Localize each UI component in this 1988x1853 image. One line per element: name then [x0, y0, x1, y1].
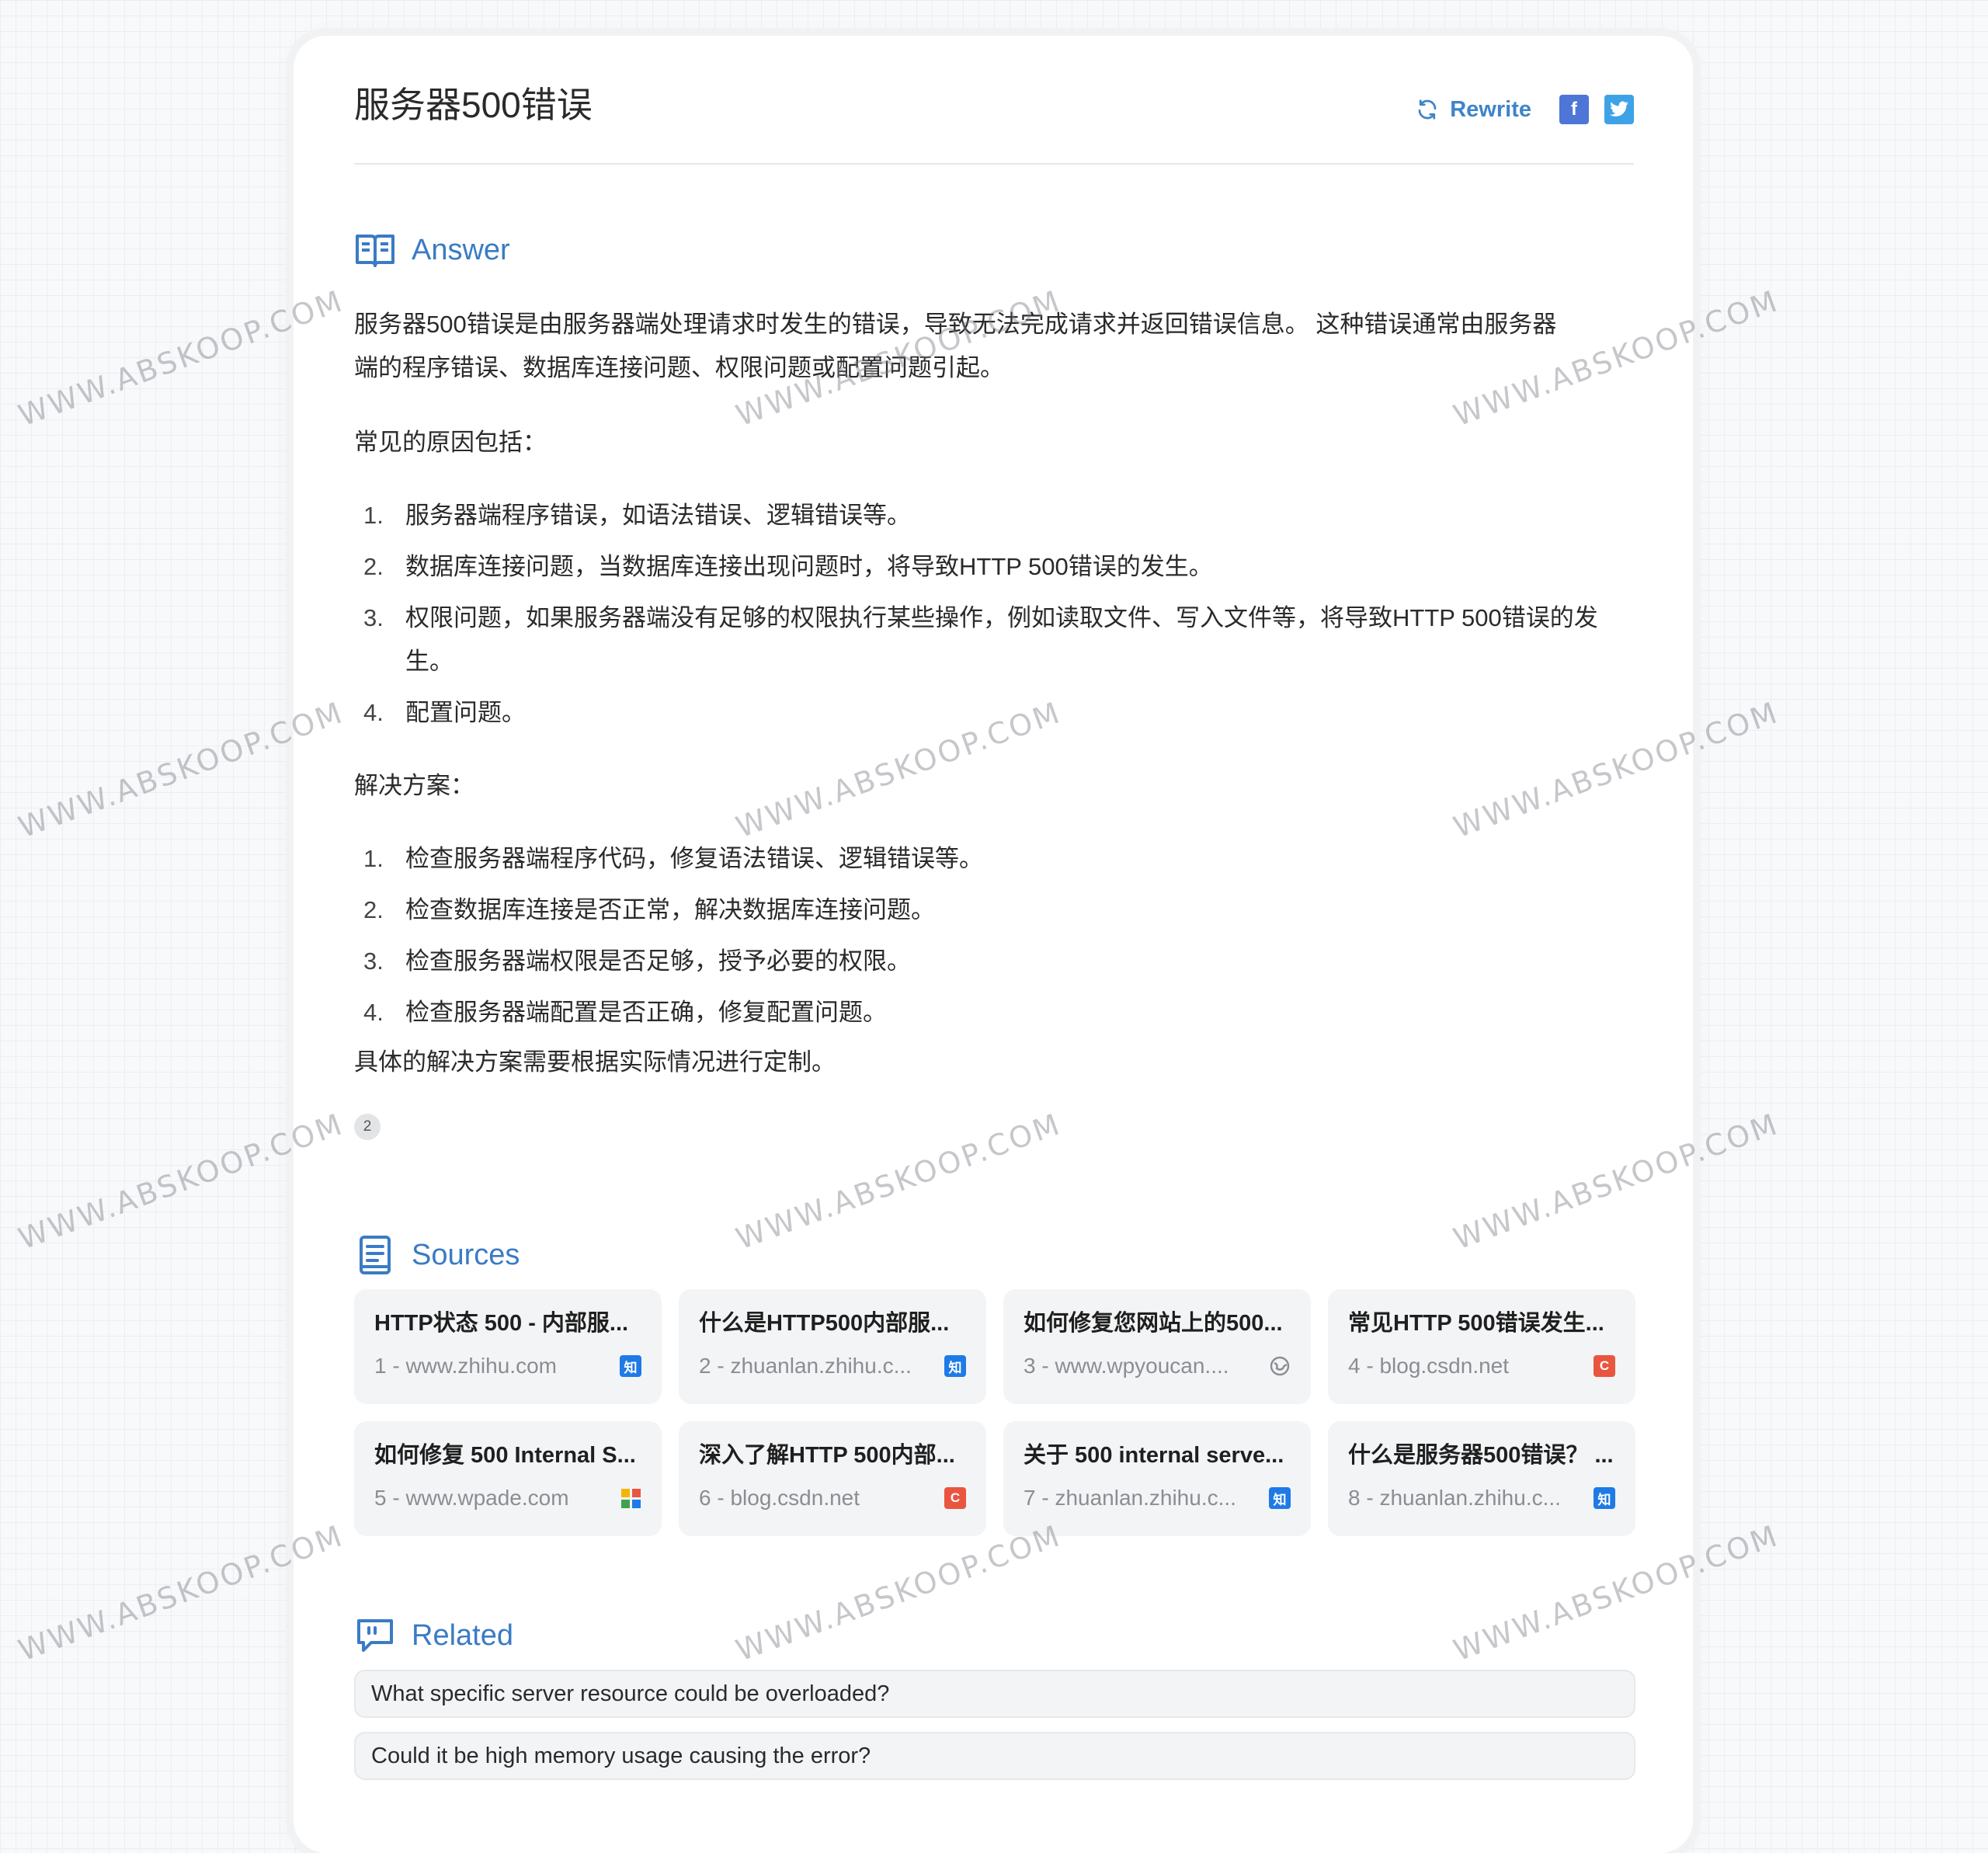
source-card[interactable]: 如何修复 500 Internal S... 5 - www.wpade.com	[354, 1421, 662, 1536]
csdn-icon: C	[944, 1487, 966, 1509]
header-actions: Rewrite f	[1416, 93, 1634, 126]
source-card[interactable]: 常见HTTP 500错误发生... 4 - blog.csdn.net C	[1328, 1289, 1635, 1404]
list-number: 3.	[363, 604, 384, 631]
page-title: 服务器500错误	[354, 85, 593, 125]
source-meta: 7 - zhuanlan.zhihu.c... 知	[1024, 1485, 1291, 1511]
source-meta: 3 - www.wpyoucan....	[1024, 1353, 1291, 1379]
causes-label: 常见的原因包括：	[354, 429, 547, 456]
zhihu-icon: 知	[620, 1355, 641, 1377]
list-item: 4. 配置问题。	[354, 691, 1635, 735]
source-meta: 2 - zhuanlan.zhihu.c... 知	[699, 1353, 966, 1379]
list-number: 3.	[363, 947, 384, 975]
related-question[interactable]: Could it be high memory usage causing th…	[354, 1732, 1635, 1780]
source-domain: 4 - blog.csdn.net	[1348, 1354, 1510, 1378]
source-domain: 3 - www.wpyoucan....	[1024, 1354, 1229, 1378]
list-number: 1.	[363, 502, 384, 529]
list-item: 2. 数据库连接问题，当数据库连接出现问题时，将导致HTTP 500错误的发生。	[354, 545, 1635, 589]
list-text: 检查服务器端配置是否正确，修复配置问题。	[405, 999, 887, 1026]
source-title: 什么是服务器500错误？ ...	[1348, 1443, 1614, 1468]
answer-heading: Answer	[412, 233, 510, 266]
sources-heading: Sources	[412, 1238, 520, 1271]
answer-section-header: Answer	[354, 230, 510, 270]
list-text: 权限问题，如果服务器端没有足够的权限执行某些操作，例如读取文件、写入文件等，将导…	[405, 604, 1598, 675]
solutions-label: 解决方案：	[354, 772, 474, 799]
source-meta: 5 - www.wpade.com	[374, 1485, 641, 1511]
list-text: 检查数据库连接是否正常，解决数据库连接问题。	[405, 896, 935, 923]
twitter-icon	[1610, 101, 1628, 116]
solutions-list: 1. 检查服务器端程序代码，修复语法错误、逻辑错误等。 2. 检查数据库连接是否正常…	[354, 837, 1635, 1042]
twitter-share-button[interactable]	[1604, 95, 1634, 124]
list-item: 1. 服务器端程序错误，如语法错误、逻辑错误等。	[354, 494, 1635, 537]
rewrite-button[interactable]: Rewrite	[1416, 97, 1531, 123]
source-title: HTTP状态 500 - 内部服...	[374, 1311, 629, 1336]
source-card[interactable]: 什么是服务器500错误？ ... 8 - zhuanlan.zhihu.c...…	[1328, 1421, 1635, 1536]
citation-badge[interactable]: 2	[354, 1114, 381, 1140]
list-text: 配置问题。	[405, 699, 526, 726]
source-title: 常见HTTP 500错误发生...	[1348, 1311, 1604, 1336]
header-divider	[354, 163, 1634, 165]
list-text: 数据库连接问题，当数据库连接出现问题时，将导致HTTP 500错误的发生。	[405, 553, 1213, 580]
grid-logo-icon	[620, 1488, 641, 1508]
answer-conclusion: 具体的解决方案需要根据实际情况进行定制。	[354, 1048, 836, 1076]
refresh-icon	[1418, 99, 1437, 120]
source-card[interactable]: 深入了解HTTP 500内部... 6 - blog.csdn.net C	[679, 1421, 986, 1536]
source-domain: 1 - www.zhihu.com	[374, 1354, 557, 1378]
source-title: 什么是HTTP500内部服...	[699, 1311, 950, 1336]
list-item: 4. 检查服务器端配置是否正确，修复配置问题。	[354, 991, 1635, 1034]
source-domain: 6 - blog.csdn.net	[699, 1486, 860, 1510]
source-title: 如何修复 500 Internal S...	[374, 1443, 636, 1468]
source-domain: 8 - zhuanlan.zhihu.c...	[1348, 1486, 1561, 1510]
list-number: 1.	[363, 845, 384, 872]
sources-grid: HTTP状态 500 - 内部服... 1 - www.zhihu.com 知 …	[354, 1289, 1635, 1536]
answer-card: 服务器500错误 Rewrite f Answer 服务器500错误是由服务器端…	[294, 36, 1693, 1853]
list-item: 3. 检查服务器端权限是否足够，授予必要的权限。	[354, 940, 1635, 983]
zhihu-icon: 知	[944, 1355, 966, 1377]
list-number: 4.	[363, 999, 384, 1026]
facebook-icon: f	[1571, 99, 1577, 120]
answer-intro-line2: 端的程序错误、数据库连接问题、权限问题或配置问题引起。	[354, 354, 1004, 381]
list-item: 3. 权限问题，如果服务器端没有足够的权限执行某些操作，例如读取文件、写入文件等，…	[354, 596, 1635, 683]
source-domain: 5 - www.wpade.com	[374, 1486, 569, 1510]
answer-intro-line1: 服务器500错误是由服务器端处理请求时发生的错误，导致无法完成请求并返回错误信息…	[354, 311, 1557, 338]
source-meta: 8 - zhuanlan.zhihu.c... 知	[1348, 1485, 1615, 1511]
list-number: 2.	[363, 896, 384, 923]
source-title: 关于 500 internal serve...	[1024, 1443, 1284, 1468]
sources-section-header: Sources	[354, 1235, 520, 1275]
source-meta: 4 - blog.csdn.net C	[1348, 1353, 1615, 1379]
facebook-share-button[interactable]: f	[1559, 95, 1589, 124]
answer-intro: 服务器500错误是由服务器端处理请求时发生的错误，导致无法完成请求并返回错误信息…	[354, 303, 1635, 390]
list-number: 2.	[363, 553, 384, 580]
list-text: 检查服务器端权限是否足够，授予必要的权限。	[405, 947, 911, 975]
open-book-icon	[356, 235, 394, 267]
document-icon	[360, 1236, 391, 1274]
source-title: 深入了解HTTP 500内部...	[699, 1443, 955, 1468]
related-heading: Related	[412, 1618, 513, 1652]
source-card[interactable]: 如何修复您网站上的500... 3 - www.wpyoucan....	[1003, 1289, 1311, 1404]
globe-icon	[1269, 1355, 1291, 1377]
source-meta: 6 - blog.csdn.net C	[699, 1485, 966, 1511]
source-domain: 2 - zhuanlan.zhihu.c...	[699, 1354, 912, 1378]
related-question[interactable]: What specific server resource could be o…	[354, 1670, 1635, 1718]
list-item: 1. 检查服务器端程序代码，修复语法错误、逻辑错误等。	[354, 837, 1635, 881]
list-text: 服务器端程序错误，如语法错误、逻辑错误等。	[405, 502, 911, 529]
list-text: 检查服务器端程序代码，修复语法错误、逻辑错误等。	[405, 845, 983, 872]
zhihu-icon: 知	[1269, 1487, 1291, 1509]
source-meta: 1 - www.zhihu.com 知	[374, 1353, 641, 1379]
source-domain: 7 - zhuanlan.zhihu.c...	[1024, 1486, 1236, 1510]
csdn-icon: C	[1594, 1355, 1615, 1377]
source-card[interactable]: 关于 500 internal serve... 7 - zhuanlan.zh…	[1003, 1421, 1311, 1536]
related-section-header: Related	[354, 1615, 513, 1656]
source-card[interactable]: HTTP状态 500 - 内部服... 1 - www.zhihu.com 知	[354, 1289, 662, 1404]
zhihu-icon: 知	[1594, 1487, 1615, 1509]
causes-list: 1. 服务器端程序错误，如语法错误、逻辑错误等。 2. 数据库连接问题，当数据库连接…	[354, 494, 1635, 742]
list-number: 4.	[363, 699, 384, 726]
source-card[interactable]: 什么是HTTP500内部服... 2 - zhuanlan.zhihu.c...…	[679, 1289, 986, 1404]
chat-bubble-icon	[357, 1619, 393, 1652]
rewrite-label: Rewrite	[1450, 96, 1531, 122]
source-title: 如何修复您网站上的500...	[1024, 1311, 1283, 1336]
list-item: 2. 检查数据库连接是否正常，解决数据库连接问题。	[354, 888, 1635, 932]
